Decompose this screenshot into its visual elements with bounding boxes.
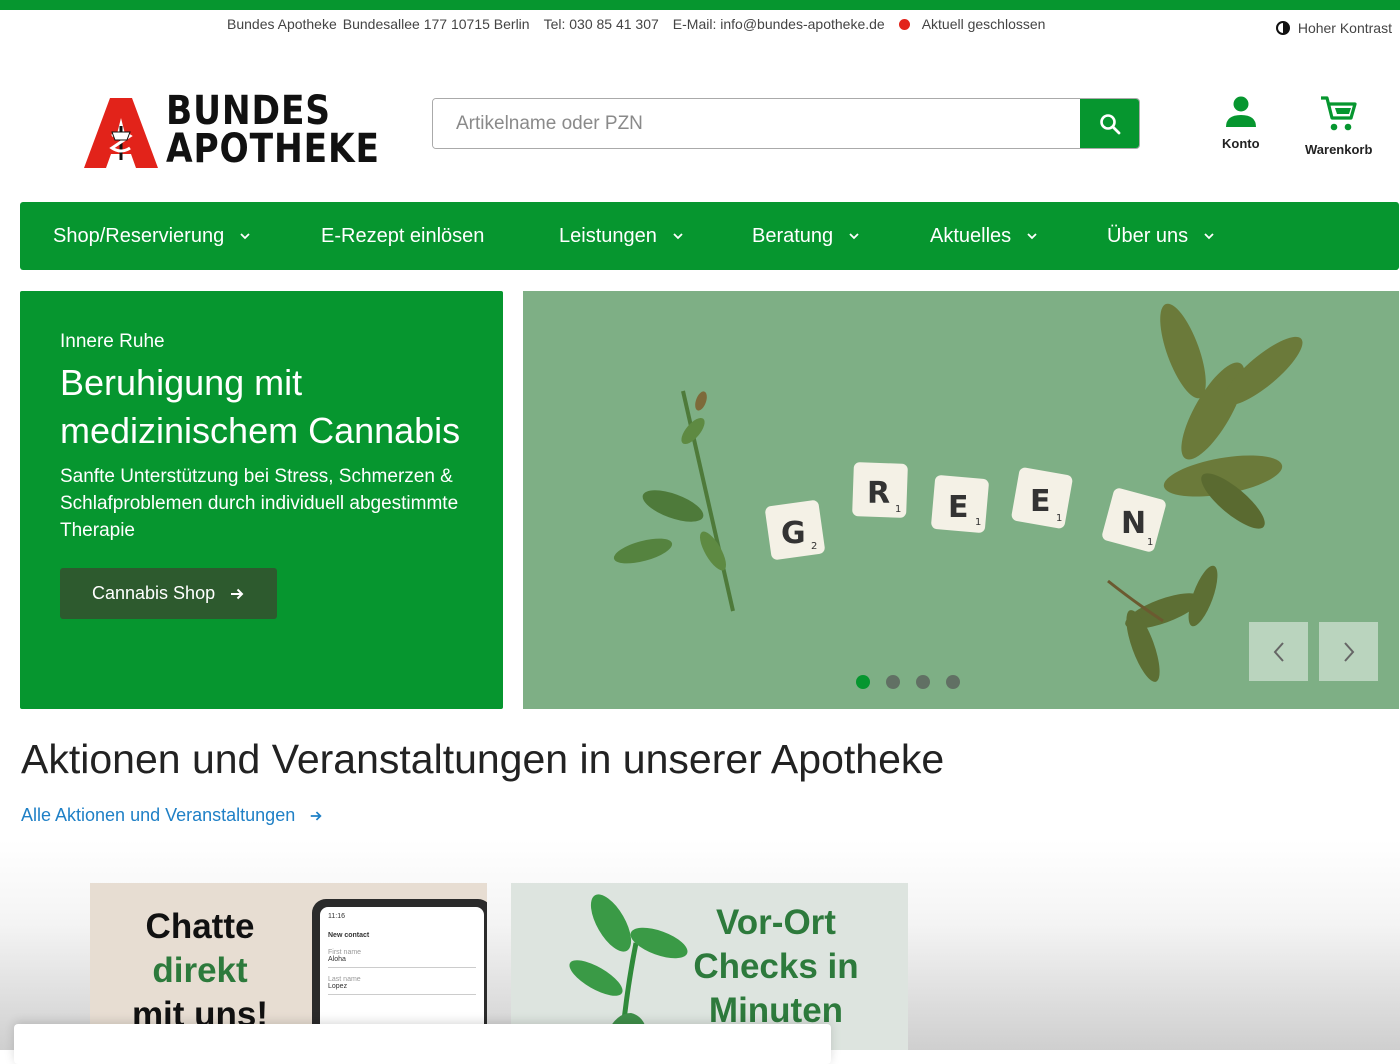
apotheke-a-logo-icon — [84, 98, 158, 168]
tile-letter-1: G — [781, 516, 806, 551]
section-title: Aktionen und Veranstaltungen in unserer … — [21, 736, 945, 782]
logo-line-1: BUNDES — [166, 88, 331, 134]
tile-letter-2: R — [867, 476, 890, 511]
tile-score-3: 1 — [975, 517, 981, 528]
main-navigation: Shop/Reservierung E-Rezept einlösen Leis… — [20, 202, 1399, 270]
cart-button[interactable]: Warenkorb — [1305, 94, 1372, 157]
nav-item-ueber-uns[interactable]: Über uns — [1107, 202, 1216, 270]
card-chat-line-1: Chatte — [145, 907, 255, 946]
search-bar — [432, 98, 1140, 149]
account-button[interactable]: Konto — [1222, 94, 1260, 151]
contrast-icon — [1275, 21, 1290, 35]
slider-dot-3[interactable] — [916, 675, 930, 689]
tile-score-2: 1 — [895, 504, 901, 515]
tile-score-5: 1 — [1147, 537, 1153, 548]
card-checks-headline: Vor-Ort Checks in Minuten — [661, 901, 891, 1033]
card-checks-line-1: Vor-Ort — [716, 903, 836, 942]
tile-letter-4: E — [1030, 484, 1051, 519]
pharmacy-address: Bundesallee 177 10715 Berlin — [342, 16, 530, 32]
slider-prev-button[interactable] — [1249, 622, 1308, 681]
phone-field-value-2: Lopez — [328, 983, 476, 995]
card-checks-line-2: Checks in — [693, 947, 859, 986]
search-button[interactable] — [1080, 99, 1139, 148]
slider-pagination — [856, 675, 960, 689]
arrow-right-icon — [231, 588, 244, 599]
all-events-link[interactable]: Alle Aktionen und Veranstaltungen — [21, 805, 323, 826]
nav-item-e-rezept[interactable]: E-Rezept einlösen — [321, 202, 484, 270]
top-accent-bar — [0, 0, 1400, 10]
search-icon — [1099, 113, 1120, 134]
chevron-down-icon — [240, 233, 250, 240]
site-header: BUNDES APOTHEKE Konto Warenkorb — [0, 44, 1400, 202]
tile-letter-5: N — [1121, 506, 1146, 541]
promo-kicker: Innere Ruhe — [60, 331, 165, 352]
chevron-down-icon — [849, 233, 859, 240]
promo-text: Sanfte Unterstützung bei Stress, Schmerz… — [60, 466, 459, 541]
account-label: Konto — [1222, 136, 1260, 151]
card-chat-line-2: direkt — [152, 951, 248, 990]
opening-status: Aktuell geschlossen — [921, 16, 1046, 32]
user-icon — [1225, 96, 1256, 127]
chevron-left-icon — [1273, 641, 1284, 662]
chevron-down-icon — [1027, 233, 1037, 240]
pharmacy-info: Bundes Apotheke Bundesallee 177 10715 Be… — [227, 16, 1059, 32]
phone-screen-title: New contact — [328, 932, 370, 939]
phone-field-label-1: First name — [328, 949, 362, 956]
all-events-label: Alle Aktionen und Veranstaltungen — [21, 805, 296, 825]
phone-field-label-2: Last name — [328, 976, 361, 983]
nav-item-label: E-Rezept einlösen — [321, 224, 485, 247]
phone-field-value-1: Aloha — [328, 956, 476, 968]
cookie-banner — [14, 1024, 831, 1064]
slider-dot-2[interactable] — [886, 675, 900, 689]
nav-item-shop-reservierung[interactable]: Shop/Reservierung — [53, 202, 252, 270]
chevron-right-icon — [1343, 641, 1354, 662]
hero-slider: G 2 R 1 E 1 E 1 N 1 — [523, 291, 1399, 709]
nav-item-beratung[interactable]: Beratung — [752, 202, 861, 270]
pharmacy-name: Bundes Apotheke — [227, 16, 337, 32]
slider-next-button[interactable] — [1319, 622, 1378, 681]
cannabis-shop-button[interactable]: Cannabis Shop — [60, 568, 278, 619]
info-bar: Bundes Apotheke Bundesallee 177 10715 Be… — [0, 10, 1400, 44]
site-logo[interactable]: BUNDES APOTHEKE — [84, 91, 379, 172]
high-contrast-toggle[interactable]: Hoher Kontrast — [1275, 20, 1392, 36]
promo-title: Beruhigung mit medizinischem Cannabis — [60, 362, 461, 451]
nav-item-label: Über uns — [1107, 224, 1189, 247]
nav-item-label: Shop/Reservierung — [53, 224, 225, 247]
hero-promo-panel: Innere Ruhe Beruhigung mit medizinischem… — [20, 291, 503, 709]
closed-status-dot — [898, 18, 910, 30]
nav-item-label: Aktuelles — [930, 224, 1012, 247]
chevron-down-icon — [1204, 233, 1214, 240]
nav-item-aktuelles[interactable]: Aktuelles — [930, 202, 1039, 270]
search-input[interactable] — [433, 99, 1080, 148]
nav-item-label: Leistungen — [559, 224, 657, 247]
phone-time: 11:16 — [328, 913, 345, 920]
slider-dot-4[interactable] — [946, 675, 960, 689]
cart-label: Warenkorb — [1305, 142, 1373, 157]
cta-label: Cannabis Shop — [92, 583, 216, 603]
logo-line-2: APOTHEKE — [166, 126, 380, 172]
card-chat-headline: Chatte direkt mit uns! — [120, 905, 280, 1037]
high-contrast-label: Hoher Kontrast — [1297, 20, 1392, 36]
tile-score-1: 2 — [811, 541, 817, 552]
nav-item-leistungen[interactable]: Leistungen — [559, 202, 685, 270]
logo-wordmark: BUNDES APOTHEKE — [166, 88, 380, 172]
tile-letter-3: E — [948, 490, 969, 525]
pharmacy-phone[interactable]: Tel: 030 85 41 307 — [544, 16, 659, 32]
chevron-down-icon — [673, 233, 683, 240]
arrow-right-icon — [310, 810, 322, 821]
nav-item-label: Beratung — [752, 224, 834, 247]
cart-icon — [1320, 96, 1357, 131]
pharmacy-email[interactable]: E-Mail: info@bundes-apotheke.de — [673, 16, 885, 32]
slider-dot-1[interactable] — [856, 675, 870, 689]
tile-score-4: 1 — [1056, 513, 1062, 524]
